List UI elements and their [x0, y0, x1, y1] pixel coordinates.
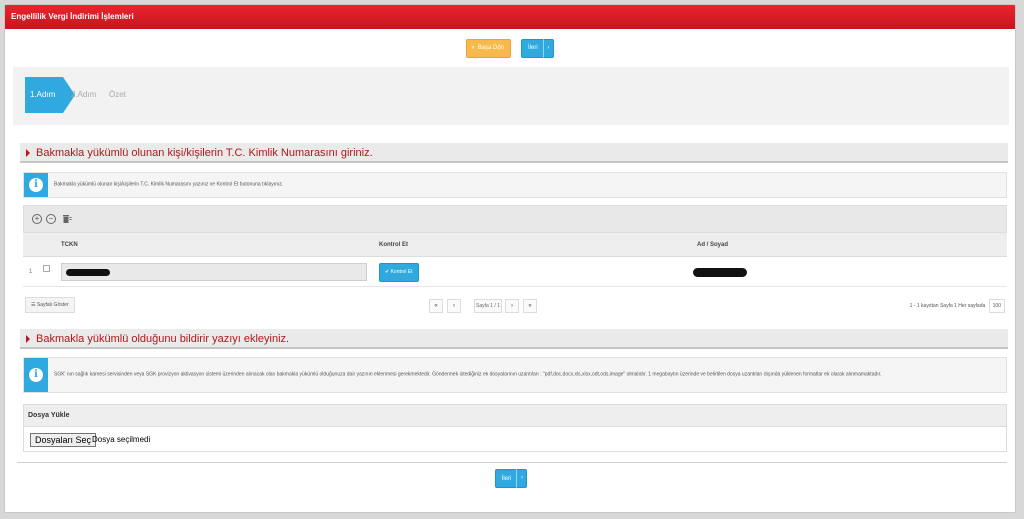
column-ad-soyad: Ad / Soyad: [697, 242, 729, 248]
choose-files-button[interactable]: Dosyaları Seç: [30, 433, 97, 447]
records-info: 1 - 1 kayıttan Sayfa 1 Her sayfada 100: [910, 299, 1005, 313]
next-button[interactable]: İleri ›: [521, 38, 554, 58]
caret-right-icon: [26, 335, 30, 344]
file-status: Dosya seçilmedi: [92, 435, 151, 444]
grid-header: TCKN Kontrol Et Ad / Soyad: [23, 233, 1007, 257]
tckn-input[interactable]: [61, 263, 367, 281]
section-tckn-header: Bakmakla yükümlü olunan kişi/kişilerin T…: [20, 143, 1008, 163]
list-icon: ☰: [31, 302, 36, 308]
last-page-button[interactable]: »: [523, 299, 537, 313]
chevron-right-icon: ›: [516, 469, 526, 488]
column-tckn: TCKN: [61, 242, 78, 248]
add-row-icon[interactable]: +: [32, 214, 42, 224]
next-label: İleri: [528, 45, 538, 51]
info-text-tckn: Bakmakla yükümlü olunan kişi/kişilerin T…: [54, 181, 284, 188]
upload-header: Dosya Yükle: [24, 405, 1006, 427]
section-upload-header: Bakmakla yükümlü olduğunu bildirir yazıy…: [20, 329, 1008, 349]
wizard-step-1[interactable]: 1.Adım: [25, 77, 75, 113]
kontrol-et-label: Kontrol Et: [390, 269, 413, 275]
back-to-start-button[interactable]: « Başa Dön: [466, 38, 512, 58]
page-indicator: Sayfa 1 / 1: [474, 299, 502, 313]
grid-toolbar: + −: [23, 205, 1007, 233]
top-navigation: « Başa Dön İleri ›: [5, 29, 1015, 67]
show-paged-button[interactable]: ☰ Sayfalı Göster: [25, 297, 75, 313]
app-window: Engellilik Vergi İndirimi İşlemleri « Ba…: [4, 4, 1016, 513]
first-page-button[interactable]: «: [429, 299, 443, 313]
check-icon: ✔: [385, 269, 390, 275]
records-text: 1 - 1 kayıttan Sayfa 1 Her sayfada: [909, 303, 986, 309]
prev-page-button[interactable]: ‹: [447, 299, 461, 313]
bottom-navigation: İleri ›: [5, 469, 1015, 488]
bottom-next-label: İleri: [501, 475, 512, 482]
chevron-left-icon: «: [471, 45, 475, 51]
info-box-upload: i SGK' nın sağlık karnesi servisinden ve…: [23, 357, 1007, 393]
delete-icon[interactable]: [62, 214, 72, 224]
back-to-start-label: Başa Dön: [477, 45, 505, 51]
window-title: Engellilik Vergi İndirimi İşlemleri: [5, 5, 1015, 29]
next-page-button[interactable]: ›: [505, 299, 519, 313]
info-icon: i: [24, 173, 48, 197]
redacted-tckn: [66, 269, 110, 276]
divider: [17, 462, 1007, 463]
page-size-select[interactable]: 100: [988, 299, 1005, 313]
file-upload-panel: Dosya Yükle Dosyaları Seç Dosya seçilmed…: [23, 404, 1007, 452]
wizard-steps: 1.Adım 2.Adım Özet: [13, 67, 1009, 125]
bottom-next-button[interactable]: İleri ›: [494, 469, 528, 488]
wizard-step-summary[interactable]: Özet: [109, 77, 126, 113]
remove-row-icon[interactable]: −: [46, 214, 56, 224]
caret-right-icon: [26, 149, 30, 158]
grid-pager: ☰ Sayfalı Göster « ‹ Sayfa 1 / 1 › » 1 -…: [23, 295, 1007, 319]
section-upload-title: Bakmakla yükümlü olduğunu bildirir yazıy…: [36, 333, 290, 345]
kontrol-et-button[interactable]: ✔ Kontrol Et: [379, 263, 419, 282]
row-number: 1: [29, 269, 33, 275]
section-tckn-title: Bakmakla yükümlü olunan kişi/kişilerin T…: [36, 147, 373, 159]
column-kontrol-et: Kontrol Et: [379, 242, 408, 248]
info-text-upload: SGK' nın sağlık karnesi servisinden veya…: [54, 371, 882, 378]
wizard-step-2[interactable]: 2.Adım: [71, 77, 96, 113]
info-icon: i: [24, 358, 48, 392]
show-paged-label: Sayfalı Göster: [36, 302, 69, 308]
info-box-tckn: i Bakmakla yükümlü olunan kişi/kişilerin…: [23, 172, 1007, 198]
row-checkbox[interactable]: [43, 265, 50, 272]
table-row: 1 ✔ Kontrol Et: [23, 257, 1007, 287]
redacted-name: [693, 268, 747, 277]
chevron-right-icon: ›: [542, 38, 553, 58]
